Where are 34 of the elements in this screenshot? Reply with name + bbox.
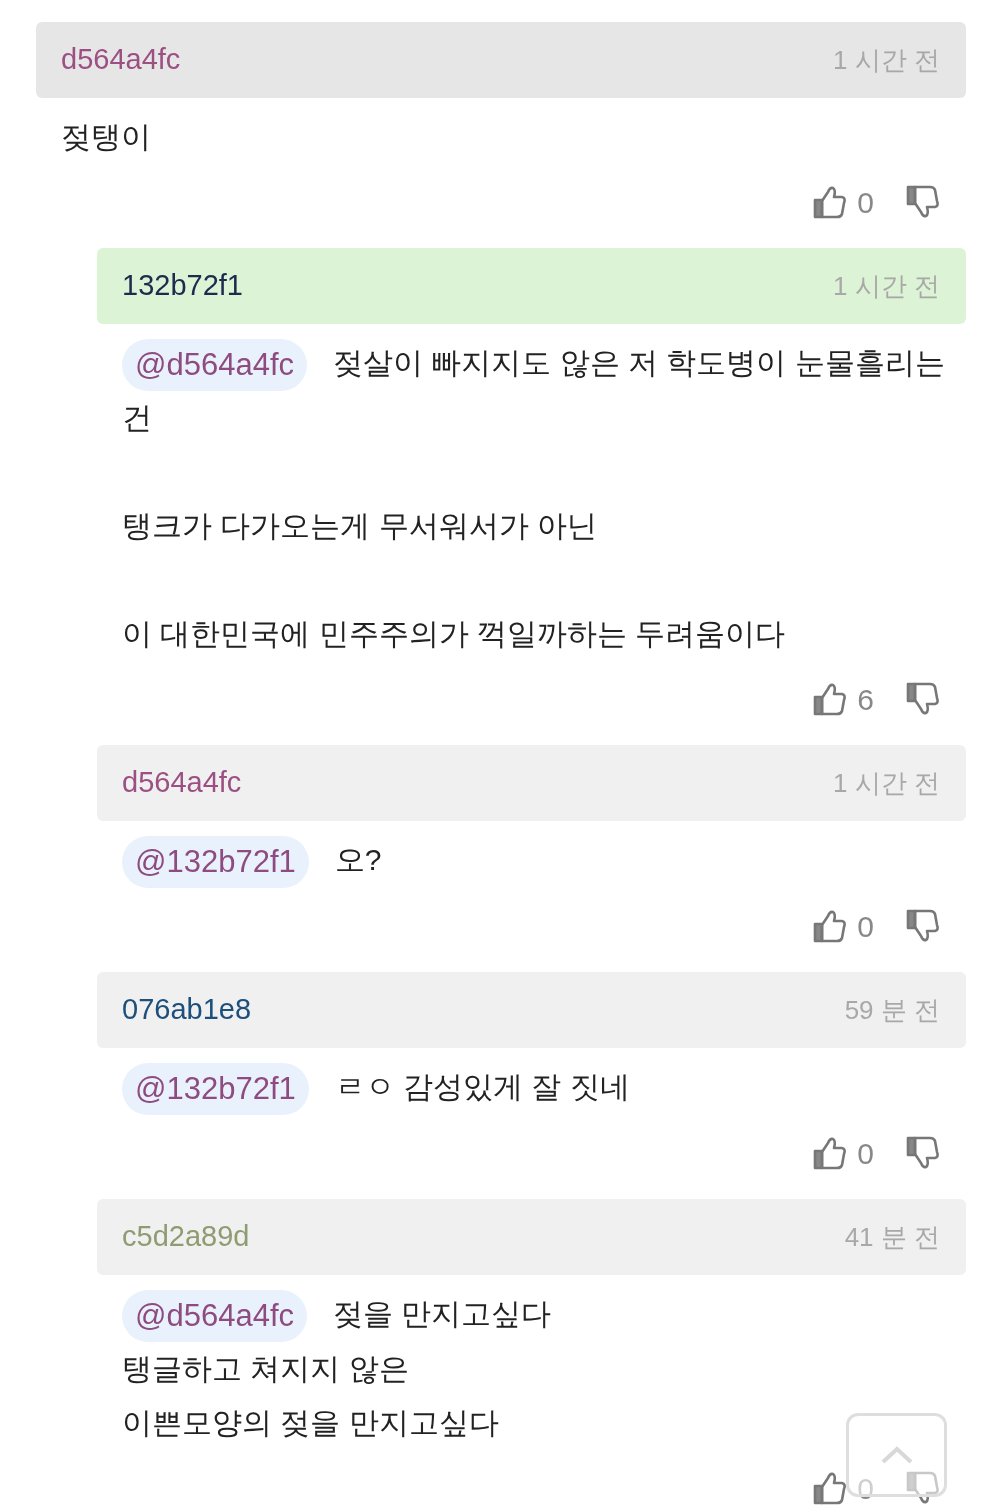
comment-text: 건 <box>122 401 152 435</box>
thumbs-up-icon[interactable] <box>813 908 848 945</box>
mention-tag[interactable]: @132b72f1 <box>122 836 309 889</box>
comment-text: 젖을 만지고싶다 <box>333 1297 552 1331</box>
comment-text: ㄹㅇ 감성있게 잘 짓네 <box>334 1070 630 1104</box>
timestamp: 1 시간 전 <box>833 269 940 303</box>
timestamp: 1 시간 전 <box>833 766 940 800</box>
thumbs-down-icon[interactable] <box>906 184 940 220</box>
like-count: 0 <box>857 908 874 945</box>
thumbs-up-icon[interactable] <box>813 1135 848 1172</box>
comment-text: 이쁜모양의 젖을 만지고싶다 <box>122 1406 499 1440</box>
author-name[interactable]: d564a4fc <box>61 38 181 82</box>
mention-tag[interactable]: @132b72f1 <box>122 1063 309 1116</box>
comment-text: 이 대한민국에 민주주의가 꺽일까하는 두려움이다 <box>122 617 786 651</box>
comment-text: 젖살이 빠지지도 않은 저 학도병이 눈물흘리는 <box>333 346 945 379</box>
mention-tag[interactable]: @d564a4fc <box>122 1290 308 1343</box>
like-count: 0 <box>857 1135 874 1172</box>
comment-text: 오? <box>334 843 382 877</box>
thumbs-up-icon[interactable] <box>813 1470 848 1507</box>
like-count: 6 <box>857 681 874 718</box>
timestamp: 41 분 전 <box>844 1220 940 1254</box>
author-name[interactable]: d564a4fc <box>122 761 242 805</box>
timestamp: 1 시간 전 <box>833 43 940 77</box>
author-name[interactable]: 132b72f1 <box>122 264 243 308</box>
comment-text: 탱크가 다가오는게 무서워서가 아닌 <box>122 509 597 543</box>
chevron-up-icon <box>879 1445 914 1465</box>
thumbs-up-icon[interactable] <box>813 184 848 220</box>
comment-text: 젖탱이 <box>61 120 151 153</box>
thumbs-up-icon[interactable] <box>813 681 848 718</box>
comment-text: 탱글하고 쳐지지 않은 <box>122 1352 409 1386</box>
mention-tag[interactable]: @d564a4fc <box>122 339 308 392</box>
timestamp: 59 분 전 <box>844 993 940 1027</box>
like-count: 0 <box>857 184 874 221</box>
author-name[interactable]: 076ab1e8 <box>122 988 252 1032</box>
